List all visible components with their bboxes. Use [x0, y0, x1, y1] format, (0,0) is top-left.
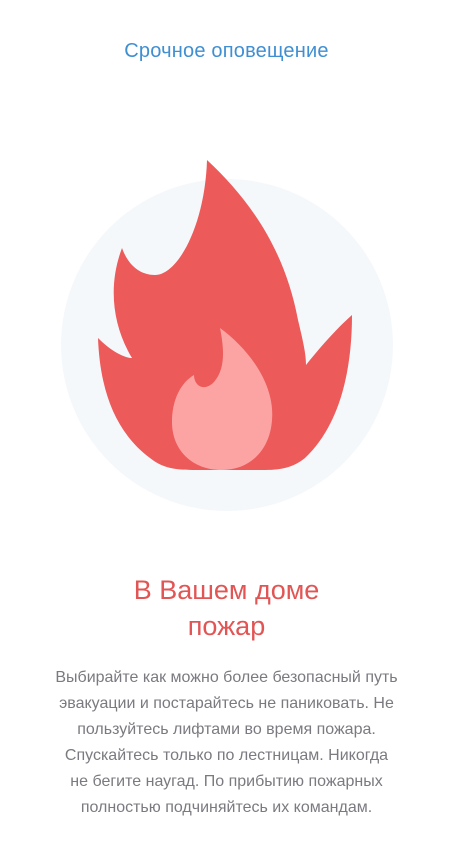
instruction-line: Спускайтесь только по лестницам. Никогда — [64, 747, 389, 764]
fire-illustration — [0, 160, 453, 520]
header-title: Срочное оповещение — [124, 40, 329, 62]
fire-icon — [61, 160, 393, 511]
instruction-line: не бегите наугад. По прибытию пожарных — [70, 773, 383, 790]
instruction-line: пользуйтесь лифтами во время пожара. — [77, 721, 376, 738]
instruction-line: полностью подчиняйтесь их командам. — [80, 799, 373, 816]
alert-instructions: Выбирайте как можно более безопасный пут… — [20, 665, 433, 821]
instruction-line: Выбирайте как можно более безопасный пут… — [55, 669, 398, 686]
instruction-line: эвакуации и постарайтесь не паниковать. … — [59, 695, 394, 712]
emergency-alert-screen: Срочное оповещение В Вашем доме пожар Вы… — [0, 0, 453, 851]
alert-title-line: В Вашем доме — [133, 575, 320, 605]
alert-title: В Вашем доме пожар — [0, 572, 453, 644]
alert-title-line: пожар — [187, 611, 266, 641]
